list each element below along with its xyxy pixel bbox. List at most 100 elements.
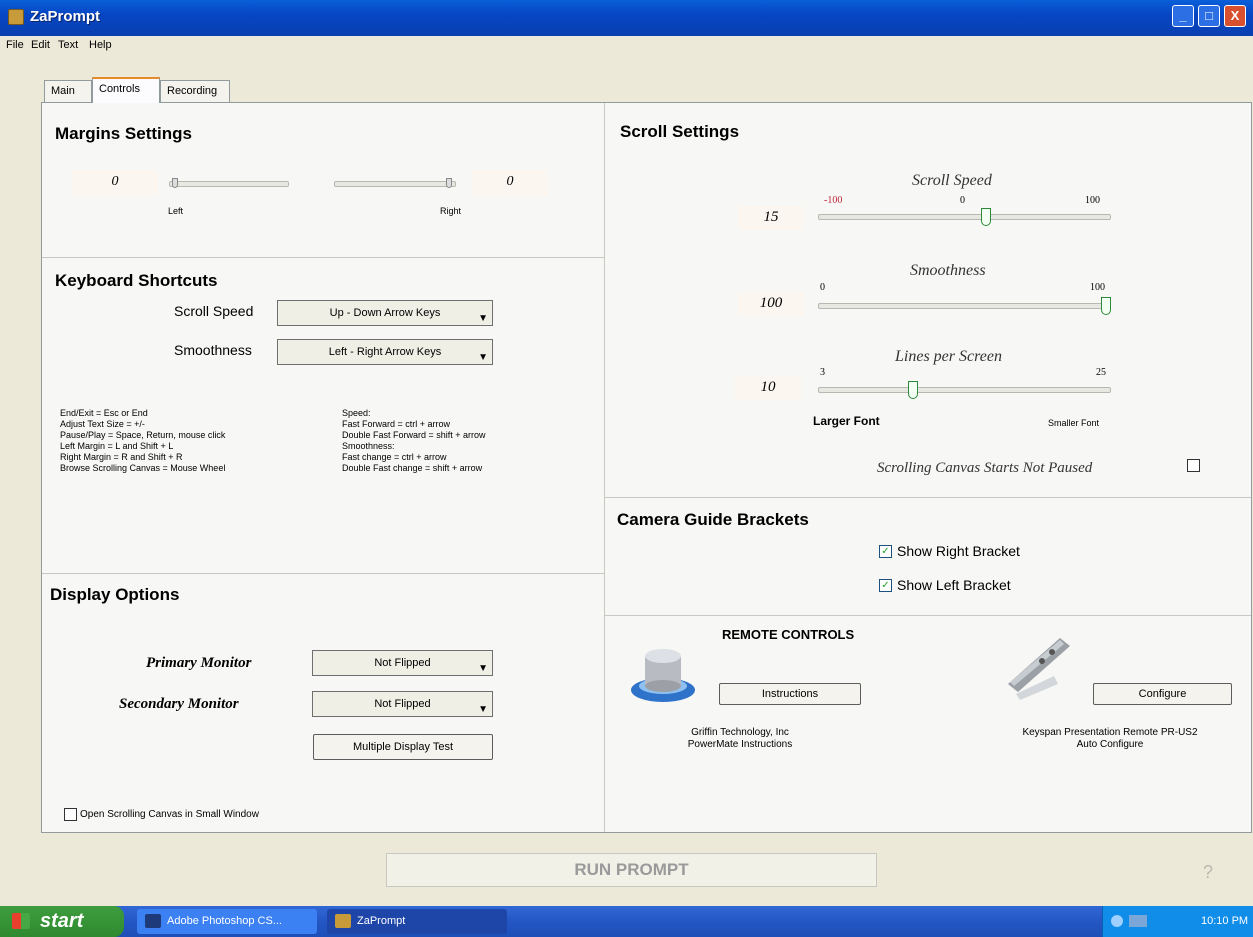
dropdown-value: Left - Right Arrow Keys [328, 346, 442, 358]
keyspan-caption-line: Auto Configure [1076, 739, 1144, 750]
primary-monitor-dropdown[interactable]: Not Flipped ▼ [312, 650, 493, 676]
app-icon [8, 9, 24, 25]
lines-max: 25 [1096, 367, 1106, 378]
help-icon[interactable]: ? [1203, 862, 1213, 883]
scroll-speed-key-dropdown[interactable]: Up - Down Arrow Keys ▼ [277, 300, 493, 326]
keyspan-configure-button[interactable]: Configure [1093, 683, 1232, 705]
section-divider [605, 497, 1251, 498]
menu-edit[interactable]: Edit [31, 39, 50, 51]
lines-per-screen-value[interactable]: 10 [735, 376, 801, 400]
menu-text[interactable]: Text [58, 39, 78, 51]
dropdown-value: Not Flipped [374, 698, 431, 710]
start-button[interactable]: start [0, 906, 124, 937]
shortcut-line: Double Fast Forward = shift + arrow [342, 430, 486, 440]
tab-main[interactable]: Main [44, 80, 92, 102]
slider-thumb[interactable] [1101, 297, 1111, 315]
lines-per-screen-slider[interactable] [818, 381, 1111, 399]
small-window-label: Open Scrolling Canvas in Small Window [80, 809, 259, 820]
taskbar-item-photoshop[interactable]: Adobe Photoshop CS... [137, 909, 317, 934]
smoothness-key-dropdown[interactable]: Left - Right Arrow Keys ▼ [277, 339, 493, 365]
slider-track [818, 387, 1111, 393]
left-margin-label: Left [168, 206, 184, 216]
chevron-down-icon: ▼ [478, 313, 488, 324]
scroll-speed-key-label: Scroll Speed [174, 303, 254, 319]
slider-thumb[interactable] [446, 178, 452, 188]
slider-track [169, 181, 289, 187]
section-divider [42, 573, 604, 574]
show-right-bracket-label: Show Right Bracket [897, 543, 1020, 559]
secondary-monitor-label: Secondary Monitor [119, 696, 239, 712]
keyboard-title: Keyboard Shortcuts [55, 271, 218, 290]
remote-controls-title: REMOTE CONTROLS [722, 627, 855, 642]
scroll-speed-max: 100 [1085, 195, 1100, 206]
shortcut-line: Fast change = ctrl + arrow [342, 452, 447, 462]
keyspan-remote-image [1002, 632, 1076, 706]
slider-thumb[interactable] [981, 208, 991, 226]
slider-thumb[interactable] [172, 178, 178, 188]
multiple-display-test-button[interactable]: Multiple Display Test [313, 734, 493, 760]
keyspan-caption: Keyspan Presentation Remote PR-US2 Auto … [985, 727, 1235, 751]
keyspan-caption-line: Keyspan Presentation Remote PR-US2 [1022, 727, 1198, 738]
scroll-speed-slider[interactable] [818, 208, 1111, 226]
taskbar: start Adobe Photoshop CS... ZaPrompt 10:… [0, 906, 1253, 937]
show-left-bracket-checkbox[interactable]: ✓ [879, 579, 892, 592]
scroll-speed-label: Scroll Speed [912, 172, 992, 189]
maximize-button[interactable]: □ [1198, 5, 1220, 27]
shortcut-help-left: End/Exit = Esc or End Adjust Text Size =… [60, 408, 330, 474]
right-margin-value[interactable]: 0 [472, 170, 548, 196]
not-paused-checkbox[interactable] [1187, 459, 1200, 472]
shortcut-line: Speed: [342, 408, 371, 418]
menu-file[interactable]: File [6, 39, 24, 51]
taskbar-item-label: Adobe Photoshop CS... [167, 915, 282, 927]
secondary-monitor-dropdown[interactable]: Not Flipped ▼ [312, 691, 493, 717]
smoothness-slider[interactable] [818, 297, 1111, 315]
minimize-button[interactable]: _ [1172, 5, 1194, 27]
display-title: Display Options [50, 585, 180, 604]
tray-icon[interactable] [1129, 915, 1147, 927]
shortcut-line: Browse Scrolling Canvas = Mouse Wheel [60, 463, 226, 473]
lines-min: 3 [820, 367, 825, 378]
title-bar[interactable]: ZaPrompt _ □ X [0, 0, 1253, 36]
shortcut-line: End/Exit = Esc or End [60, 408, 148, 418]
taskbar-item-zaprompt[interactable]: ZaPrompt [327, 909, 507, 934]
right-margin-slider[interactable] [334, 175, 456, 193]
run-prompt-button[interactable]: RUN PROMPT [386, 853, 877, 887]
scroll-speed-value[interactable]: 15 [738, 206, 804, 230]
smoothness-label: Smoothness [910, 262, 986, 279]
griffin-caption: Griffin Technology, Inc PowerMate Instru… [650, 727, 830, 751]
scroll-title: Scroll Settings [620, 122, 740, 141]
system-tray: 10:10 PM [1102, 906, 1253, 937]
left-margin-value[interactable]: 0 [72, 170, 158, 196]
tab-recording[interactable]: Recording [160, 80, 230, 102]
griffin-caption-line: PowerMate Instructions [687, 739, 793, 750]
griffin-caption-line: Griffin Technology, Inc [691, 727, 789, 738]
taskbar-item-label: ZaPrompt [357, 915, 406, 927]
brackets-title: Camera Guide Brackets [617, 510, 809, 529]
slider-track [818, 303, 1111, 309]
larger-font-caption: Larger Font [813, 414, 880, 428]
left-margin-slider[interactable] [169, 175, 289, 193]
network-icon[interactable] [1111, 915, 1123, 927]
scroll-speed-mid: 0 [960, 195, 965, 206]
tab-controls[interactable]: Controls [92, 77, 160, 103]
small-window-checkbox[interactable] [64, 808, 77, 821]
shortcut-line: Double Fast change = shift + arrow [342, 463, 483, 473]
close-button[interactable]: X [1224, 5, 1246, 27]
not-paused-label: Scrolling Canvas Starts Not Paused [877, 460, 1093, 476]
show-right-bracket-checkbox[interactable]: ✓ [879, 545, 892, 558]
primary-monitor-label: Primary Monitor [146, 655, 252, 671]
smoothness-max: 100 [1090, 282, 1105, 293]
chevron-down-icon: ▼ [478, 352, 488, 363]
dropdown-value: Not Flipped [374, 657, 431, 669]
menu-help[interactable]: Help [89, 39, 112, 51]
shortcut-line: Pause/Play = Space, Return, mouse click [60, 430, 226, 440]
shortcut-line: Left Margin = L and Shift + L [60, 441, 174, 451]
window-title: ZaPrompt [30, 8, 101, 25]
slider-thumb[interactable] [908, 381, 918, 399]
shortcut-help-right: Speed: Fast Forward = ctrl + arrow Doubl… [342, 408, 582, 474]
smoothness-value[interactable]: 100 [738, 292, 804, 316]
show-left-bracket-label: Show Left Bracket [897, 577, 1011, 593]
griffin-instructions-button[interactable]: Instructions [719, 683, 861, 705]
powermate-image [627, 634, 703, 708]
margins-title: Margins Settings [55, 124, 192, 143]
